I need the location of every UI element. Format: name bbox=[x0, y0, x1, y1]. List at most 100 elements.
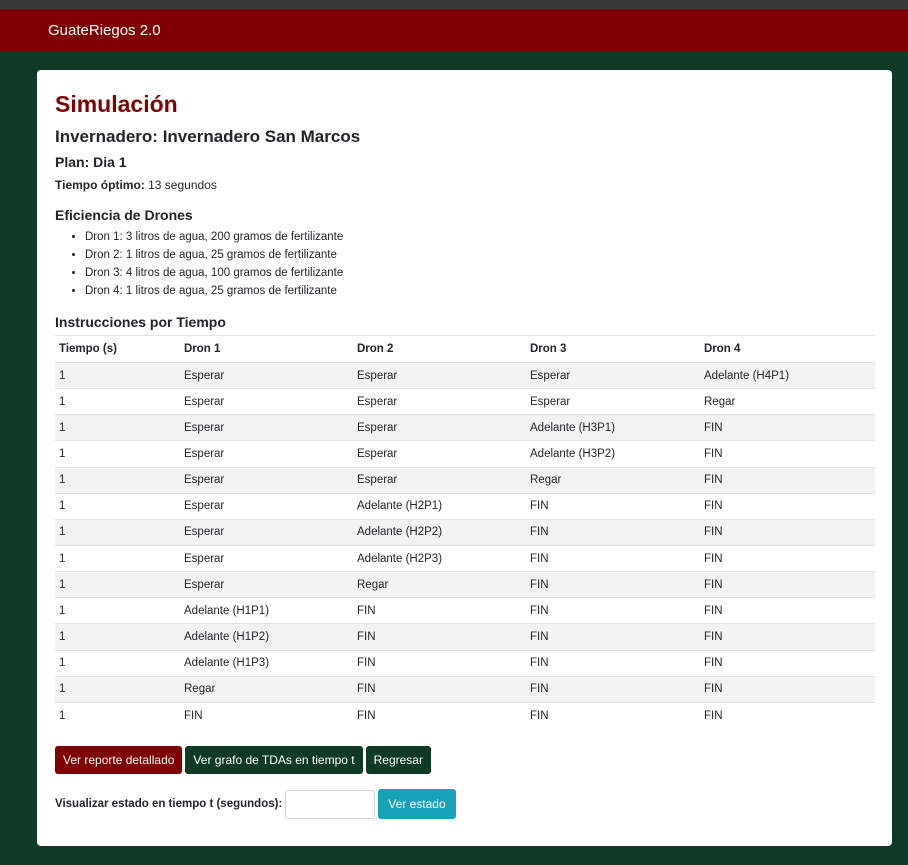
cell-dron-3: FIN bbox=[526, 701, 700, 729]
table-row: 1 Adelante (H1P3) FIN FIN FIN bbox=[55, 649, 875, 677]
cell-tiempo: 1 bbox=[55, 701, 180, 729]
cell-dron-2: Adelante (H2P1) bbox=[353, 492, 526, 520]
ver-reporte-button[interactable]: Ver reporte detallado bbox=[55, 746, 183, 775]
eficiencia-list: Dron 1: 3 litros de agua, 200 gramos de … bbox=[55, 228, 874, 300]
action-buttons: Ver reporte detallado Ver grafo de TDAs … bbox=[55, 746, 874, 775]
cell-dron-2: FIN bbox=[353, 675, 526, 703]
table-row: 1 Esperar Adelante (H2P2) FIN FIN bbox=[55, 518, 875, 546]
navbar-brand[interactable]: GuateRiegos 2.0 bbox=[48, 22, 161, 39]
cell-dron-4: FIN bbox=[700, 649, 875, 677]
cell-dron-1: Esperar bbox=[180, 361, 353, 389]
eficiencia-heading: Eficiencia de Drones bbox=[55, 207, 193, 223]
table-row: 1 Esperar Esperar Adelante (H3P2) FIN bbox=[55, 440, 875, 468]
cell-dron-3: Esperar bbox=[526, 361, 700, 389]
cell-dron-4: FIN bbox=[700, 492, 875, 520]
cell-tiempo: 1 bbox=[55, 675, 180, 703]
cell-tiempo: 1 bbox=[55, 649, 180, 677]
eficiencia-item: Dron 4: 1 litros de agua, 25 gramos de f… bbox=[85, 282, 874, 300]
cell-dron-2: Esperar bbox=[353, 414, 526, 441]
cell-dron-4: FIN bbox=[700, 518, 875, 546]
cell-tiempo: 1 bbox=[55, 361, 180, 389]
cell-dron-1: Esperar bbox=[180, 388, 353, 415]
table-row: 1 Regar FIN FIN FIN bbox=[55, 675, 875, 703]
cell-tiempo: 1 bbox=[55, 440, 180, 468]
cell-dron-4: Adelante (H4P1) bbox=[700, 361, 875, 389]
cell-tiempo: 1 bbox=[55, 492, 180, 520]
cell-dron-3: Esperar bbox=[526, 388, 700, 415]
tiempo-t-input[interactable] bbox=[285, 789, 376, 819]
estado-label: Visualizar estado en tiempo t (segundos)… bbox=[55, 798, 283, 811]
cell-dron-2: Esperar bbox=[353, 440, 526, 468]
table-row: 1 Esperar Adelante (H2P1) FIN FIN bbox=[55, 492, 875, 520]
cell-tiempo: 1 bbox=[55, 466, 180, 494]
page-title: Simulación bbox=[55, 91, 178, 117]
cell-dron-1: Esperar bbox=[180, 414, 353, 441]
regresar-button[interactable]: Regresar bbox=[365, 746, 431, 775]
cell-tiempo: 1 bbox=[55, 388, 180, 415]
instrucciones-heading: Instrucciones por Tiempo bbox=[55, 314, 226, 330]
invernadero-heading: Invernadero: Invernadero San Marcos bbox=[55, 127, 361, 146]
column-header-dron-4: Dron 4 bbox=[700, 335, 875, 363]
cell-dron-3: Regar bbox=[526, 466, 700, 494]
cell-dron-4: Regar bbox=[700, 388, 875, 415]
cell-dron-4: FIN bbox=[700, 414, 875, 441]
cell-dron-3: FIN bbox=[526, 675, 700, 703]
cell-dron-3: FIN bbox=[526, 571, 700, 598]
table-row: 1 Esperar Esperar Esperar Regar bbox=[55, 388, 875, 415]
table-header-row: Tiempo (s) Dron 1 Dron 2 Dron 3 Dron 4 bbox=[55, 335, 875, 363]
cell-dron-2: FIN bbox=[353, 701, 526, 729]
ver-estado-button[interactable]: Ver estado bbox=[378, 789, 456, 820]
eficiencia-item: Dron 1: 3 litros de agua, 200 gramos de … bbox=[85, 228, 874, 246]
cell-dron-4: FIN bbox=[700, 701, 875, 729]
cell-tiempo: 1 bbox=[55, 518, 180, 546]
instrucciones-table-body: 1 Esperar Esperar Esperar Adelante (H4P1) 1 Es… bbox=[55, 361, 875, 729]
cell-dron-3: Adelante (H3P1) bbox=[526, 414, 700, 441]
table-row: 1 Esperar Regar FIN FIN bbox=[55, 571, 875, 598]
window-top-strip bbox=[0, 0, 908, 9]
cell-dron-1: Adelante (H1P1) bbox=[180, 597, 353, 624]
cell-dron-4: FIN bbox=[700, 571, 875, 598]
simulation-card: Simulación Invernadero: Invernadero San … bbox=[37, 70, 892, 846]
eficiencia-item: Dron 3: 4 litros de agua, 100 gramos de … bbox=[85, 264, 874, 282]
cell-dron-3: FIN bbox=[526, 518, 700, 546]
table-row: 1 Esperar Esperar Esperar Adelante (H4P1) bbox=[55, 361, 875, 389]
table-row: 1 Esperar Esperar Adelante (H3P1) FIN bbox=[55, 414, 875, 441]
cell-dron-2: Regar bbox=[353, 571, 526, 598]
cell-dron-1: Esperar bbox=[180, 440, 353, 468]
cell-dron-2: Esperar bbox=[353, 388, 526, 415]
cell-dron-1: Esperar bbox=[180, 492, 353, 520]
cell-dron-2: FIN bbox=[353, 649, 526, 677]
estado-form: Visualizar estado en tiempo t (segundos)… bbox=[55, 789, 874, 820]
cell-dron-3: FIN bbox=[526, 492, 700, 520]
cell-dron-2: Adelante (H2P3) bbox=[353, 544, 526, 572]
column-header-dron-2: Dron 2 bbox=[353, 335, 526, 363]
tiempo-optimo: Tiempo óptimo: 13 segundos bbox=[55, 177, 874, 193]
cell-dron-1: Esperar bbox=[180, 571, 353, 598]
table-row: 1 Esperar Esperar Regar FIN bbox=[55, 466, 875, 494]
cell-tiempo: 1 bbox=[55, 544, 180, 572]
instrucciones-table: Tiempo (s) Dron 1 Dron 2 Dron 3 Dron 4 1… bbox=[55, 335, 875, 729]
cell-dron-2: FIN bbox=[353, 623, 526, 651]
cell-dron-4: FIN bbox=[700, 466, 875, 494]
cell-dron-1: Esperar bbox=[180, 518, 353, 546]
cell-tiempo: 1 bbox=[55, 597, 180, 624]
cell-dron-1: Adelante (H1P2) bbox=[180, 623, 353, 651]
cell-dron-3: Adelante (H3P2) bbox=[526, 440, 700, 468]
cell-dron-1: Esperar bbox=[180, 544, 353, 572]
cell-dron-1: FIN bbox=[180, 701, 353, 729]
cell-tiempo: 1 bbox=[55, 414, 180, 441]
cell-dron-3: FIN bbox=[526, 649, 700, 677]
navbar: GuateRiegos 2.0 bbox=[0, 9, 908, 51]
cell-dron-4: FIN bbox=[700, 597, 875, 624]
cell-dron-4: FIN bbox=[700, 544, 875, 572]
ver-grafo-button[interactable]: Ver grafo de TDAs en tiempo t bbox=[185, 746, 363, 775]
eficiencia-item: Dron 2: 1 litros de agua, 25 gramos de f… bbox=[85, 246, 874, 264]
cell-dron-1: Esperar bbox=[180, 466, 353, 494]
cell-dron-4: FIN bbox=[700, 675, 875, 703]
cell-dron-1: Regar bbox=[180, 675, 353, 703]
cell-dron-3: FIN bbox=[526, 597, 700, 624]
cell-dron-4: FIN bbox=[700, 623, 875, 651]
cell-tiempo: 1 bbox=[55, 623, 180, 651]
column-header-dron-3: Dron 3 bbox=[526, 335, 700, 363]
table-row: 1 Adelante (H1P1) FIN FIN FIN bbox=[55, 597, 875, 624]
